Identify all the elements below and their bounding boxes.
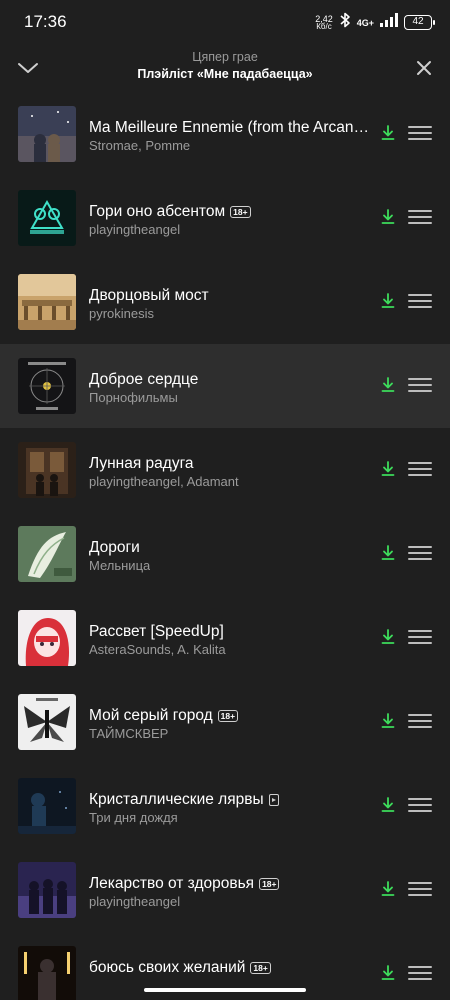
track-artist: ТАЙМСКВЕР <box>89 726 169 741</box>
network-speed: 2,42 Кб/с <box>315 14 333 31</box>
track-row[interactable]: Дороги Мельница <box>0 512 450 596</box>
drag-handle-icon[interactable] <box>408 965 432 981</box>
close-icon <box>417 61 431 75</box>
track-list: Ma Meilleure Ennemie (from the Arcan… St… <box>0 92 450 1000</box>
track-title-text: Лекарство от здоровья <box>89 875 255 892</box>
track-title-text: Ma Meilleure Ennemie (from the Arcan… <box>89 119 369 136</box>
track-row[interactable]: Лекарство от здоровья 18+ playingtheange… <box>0 848 450 932</box>
status-time: 17:36 <box>24 12 67 31</box>
battery-icon: 42 <box>404 15 435 30</box>
track-artist: pyrokinesis <box>89 306 155 321</box>
track-artist: Мельница <box>89 558 151 573</box>
track-title-text: Дороги <box>89 539 140 556</box>
downloaded-icon <box>381 209 395 224</box>
queue-header: Цяпер грае Плэйліст «Мне падабаецца» <box>0 44 450 92</box>
track-title-text: Доброе сердце <box>89 371 199 388</box>
downloaded-icon <box>381 293 395 308</box>
track-artist: Три дня дождя <box>89 810 178 825</box>
downloaded-icon <box>381 965 395 980</box>
track-title-text: Лунная радуга <box>89 455 194 472</box>
status-icons: 2,42 Кб/с 4G+ 42 <box>315 12 435 33</box>
album-cover <box>18 694 76 750</box>
playlist-title: Плэйліст «Мне падабаецца» <box>137 67 313 81</box>
track-title: Доброе сердце <box>89 371 198 389</box>
album-cover <box>18 106 76 162</box>
drag-handle-icon[interactable] <box>408 629 432 645</box>
downloaded-icon <box>381 797 395 812</box>
track-artist: playingtheangel <box>89 894 181 909</box>
close-button[interactable] <box>408 52 440 84</box>
track-row[interactable]: Мой серый город 18+ ТАЙМСКВЕР <box>0 680 450 764</box>
track-title: Ma Meilleure Ennemie (from the Arcan… <box>89 119 369 137</box>
track-row-now-playing[interactable]: Доброе сердце Порнофильмы <box>0 344 450 428</box>
explicit-badge: 18+ <box>217 710 239 722</box>
track-artist: playingtheangel, Adamant <box>89 474 239 489</box>
track-title: боюсь своих желаний 18+ <box>89 959 271 977</box>
track-title-text: Рассвет [SpeedUp] <box>89 623 224 640</box>
track-row[interactable]: Дворцовый мост pyrokinesis <box>0 260 450 344</box>
album-cover <box>18 526 76 582</box>
drag-handle-icon[interactable] <box>408 293 432 309</box>
track-title-text: Кристаллические лярвы <box>89 791 264 808</box>
now-playing-queue-screen: 17:36 2,42 Кб/с 4G+ 42 Цяпер грае Плэйлі… <box>0 0 450 1000</box>
album-cover <box>18 274 76 330</box>
track-row[interactable]: Гори оно абсентом 18+ playingtheangel <box>0 176 450 260</box>
track-artist: playingtheangel <box>89 222 181 237</box>
home-indicator[interactable] <box>144 988 306 992</box>
track-title-text: Дворцовый мост <box>89 287 209 304</box>
downloaded-icon <box>381 881 395 896</box>
track-title-text: Мой серый город <box>89 707 213 724</box>
album-cover <box>18 358 76 414</box>
album-cover <box>18 778 76 834</box>
explicit-badge: 18+ <box>250 962 271 974</box>
track-title-text: боюсь своих желаний <box>89 959 246 976</box>
downloaded-icon <box>381 377 395 392</box>
track-row[interactable]: Кристаллические лярвы Три дня дождя <box>0 764 450 848</box>
drag-handle-icon[interactable] <box>408 881 432 897</box>
track-row[interactable]: Ma Meilleure Ennemie (from the Arcan… St… <box>0 92 450 176</box>
track-row[interactable]: Рассвет [SpeedUp] AsteraSounds, A. Kalit… <box>0 596 450 680</box>
now-playing-label: Цяпер грае <box>192 50 258 64</box>
track-title: Дворцовый мост <box>89 287 209 305</box>
drag-handle-icon[interactable] <box>408 545 432 561</box>
drag-handle-icon[interactable] <box>408 797 432 813</box>
network-speed-unit: Кб/с <box>316 21 332 31</box>
drag-handle-icon[interactable] <box>408 713 432 729</box>
track-artist: AsteraSounds, A. Kalita <box>89 642 226 657</box>
track-title: Кристаллические лярвы <box>89 791 279 809</box>
album-cover <box>18 610 76 666</box>
network-type: 4G+ <box>356 17 374 28</box>
drag-handle-icon[interactable] <box>408 377 432 393</box>
explicit-badge: 18+ <box>230 206 251 218</box>
downloaded-icon <box>381 713 395 728</box>
track-title: Лекарство от здоровья 18+ <box>89 875 280 893</box>
video-clip-icon <box>268 794 279 806</box>
track-title: Дороги <box>89 539 140 557</box>
album-cover <box>18 862 76 918</box>
track-title: Гори оно абсентом 18+ <box>89 203 251 221</box>
downloaded-icon <box>381 629 395 644</box>
signal-icon <box>380 13 398 32</box>
downloaded-icon <box>381 125 395 140</box>
track-title-text: Гори оно абсентом <box>89 203 226 220</box>
track-artist: Stromae, Pomme <box>89 138 191 153</box>
album-cover <box>18 190 76 246</box>
status-bar: 17:36 2,42 Кб/с 4G+ 42 <box>0 0 450 44</box>
drag-handle-icon[interactable] <box>408 125 432 141</box>
track-title: Лунная радуга <box>89 455 194 473</box>
downloaded-icon <box>381 461 395 476</box>
track-title: Мой серый город 18+ <box>89 707 239 725</box>
album-cover <box>18 442 76 498</box>
album-cover <box>18 946 76 1000</box>
track-title: Рассвет [SpeedUp] <box>89 623 224 641</box>
drag-handle-icon[interactable] <box>408 209 432 225</box>
bluetooth-icon <box>339 12 351 33</box>
explicit-badge: 18+ <box>259 878 280 890</box>
track-row[interactable]: Лунная радуга playingtheangel, Adamant <box>0 428 450 512</box>
drag-handle-icon[interactable] <box>408 461 432 477</box>
track-artist: Порнофильмы <box>89 390 178 405</box>
downloaded-icon <box>381 545 395 560</box>
